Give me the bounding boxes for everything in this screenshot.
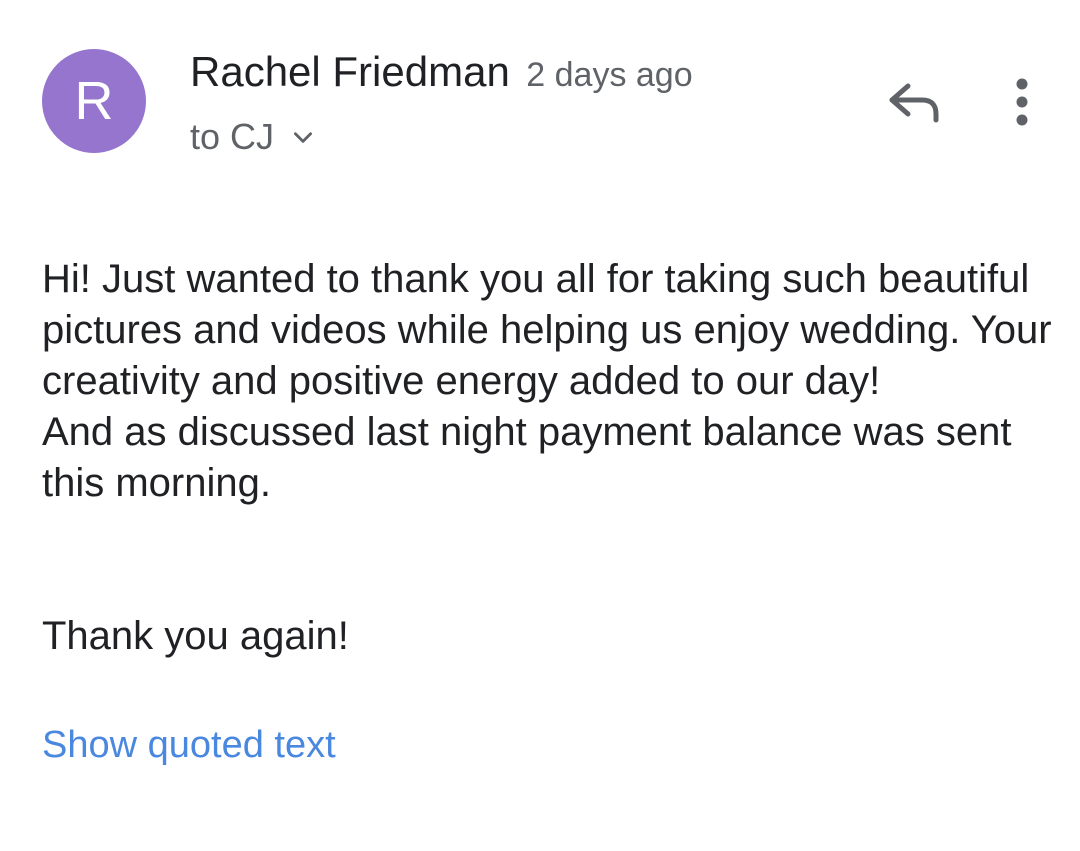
recipient-toggle[interactable]: to CJ: [190, 116, 316, 158]
sender-name[interactable]: Rachel Friedman: [190, 48, 510, 95]
avatar[interactable]: R: [42, 49, 146, 153]
message-paragraph: Hi! Just wanted to thank you all for tak…: [42, 257, 1052, 403]
sender-header: Rachel Friedman 2 days ago: [190, 48, 693, 96]
sent-time: 2 days ago: [526, 56, 693, 94]
recipient-label: to CJ: [190, 116, 275, 157]
more-vert-icon[interactable]: [1000, 74, 1044, 132]
email-message-view: R Rachel Friedman 2 days ago to CJ Hi! J…: [0, 0, 1080, 851]
message-body: Hi! Just wanted to thank you all for tak…: [42, 254, 1052, 509]
show-quoted-text-link[interactable]: Show quoted text: [42, 724, 336, 767]
message-closing: Thank you again!: [42, 614, 349, 658]
chevron-down-icon[interactable]: [290, 124, 316, 150]
reply-icon[interactable]: [884, 76, 944, 128]
message-paragraph: And as discussed last night payment bala…: [42, 410, 1012, 505]
